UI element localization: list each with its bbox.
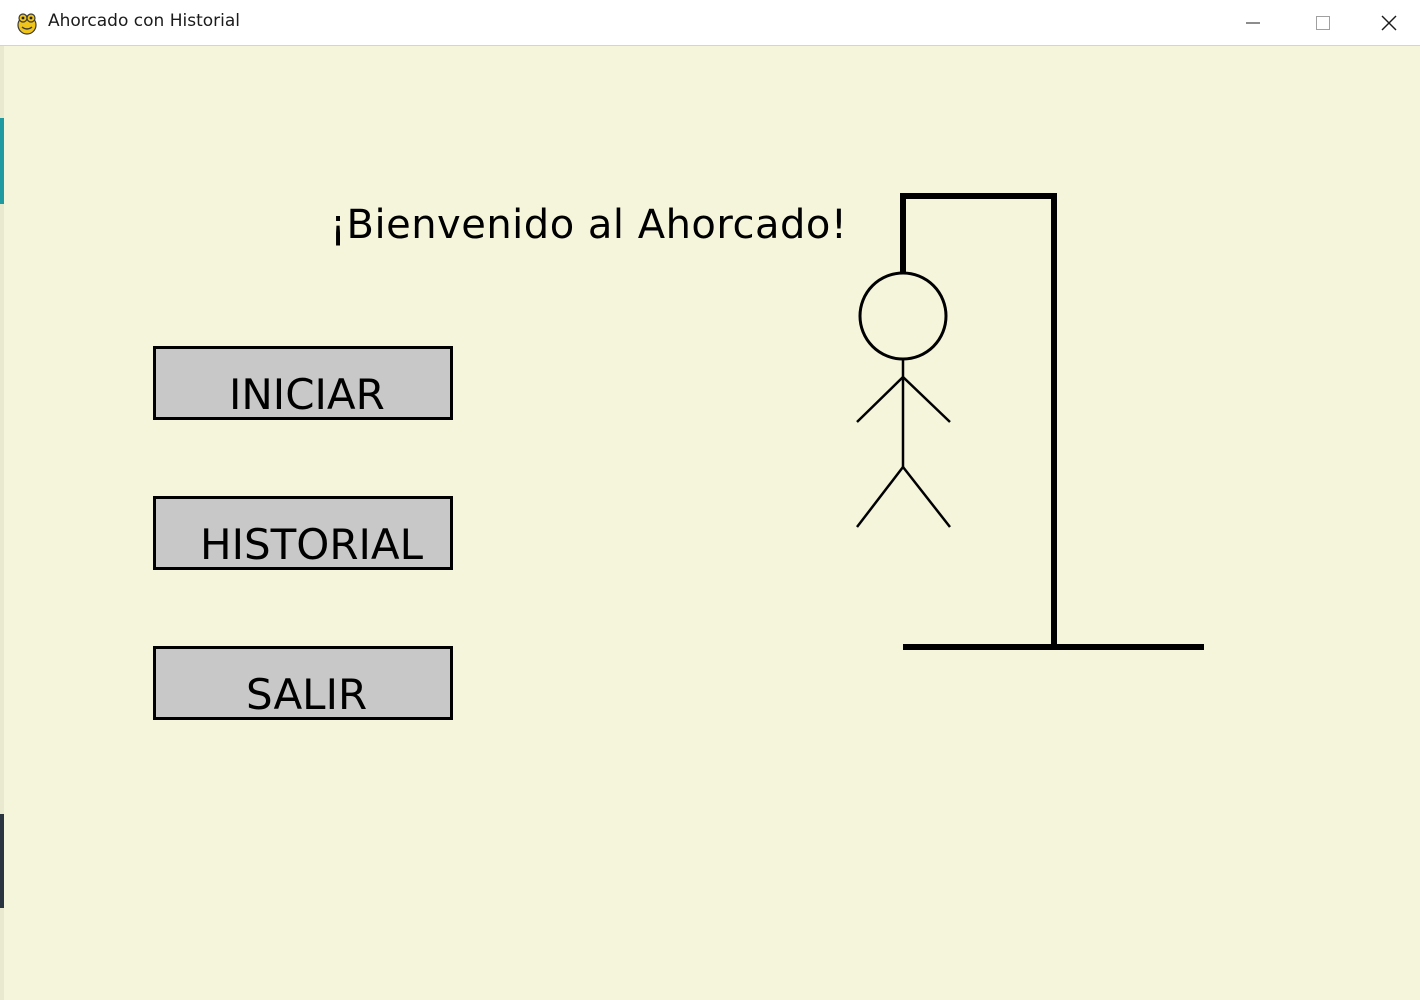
exit-button[interactable]: SALIR (153, 646, 453, 720)
title-bar[interactable]: Ahorcado con Historial (0, 0, 1420, 46)
exit-button-label: SALIR (246, 670, 368, 719)
start-button[interactable]: INICIAR (153, 346, 453, 420)
history-button[interactable]: HISTORIAL (153, 496, 453, 570)
maximize-button[interactable] (1288, 0, 1358, 45)
minimize-icon (1246, 22, 1260, 23)
close-button[interactable] (1358, 0, 1420, 45)
start-button-label: INICIAR (229, 370, 385, 419)
welcome-heading: ¡Bienvenido al Ahorcado! (330, 202, 848, 248)
maximize-icon (1316, 15, 1330, 30)
close-icon (1381, 15, 1397, 30)
window-title: Ahorcado con Historial (48, 11, 240, 31)
history-button-label: HISTORIAL (200, 520, 424, 569)
pygame-snake-icon (17, 13, 37, 35)
minimize-button[interactable] (1218, 0, 1288, 45)
app-window: Ahorcado con Historial ¡Bienvenido al Ah… (0, 0, 1420, 1000)
